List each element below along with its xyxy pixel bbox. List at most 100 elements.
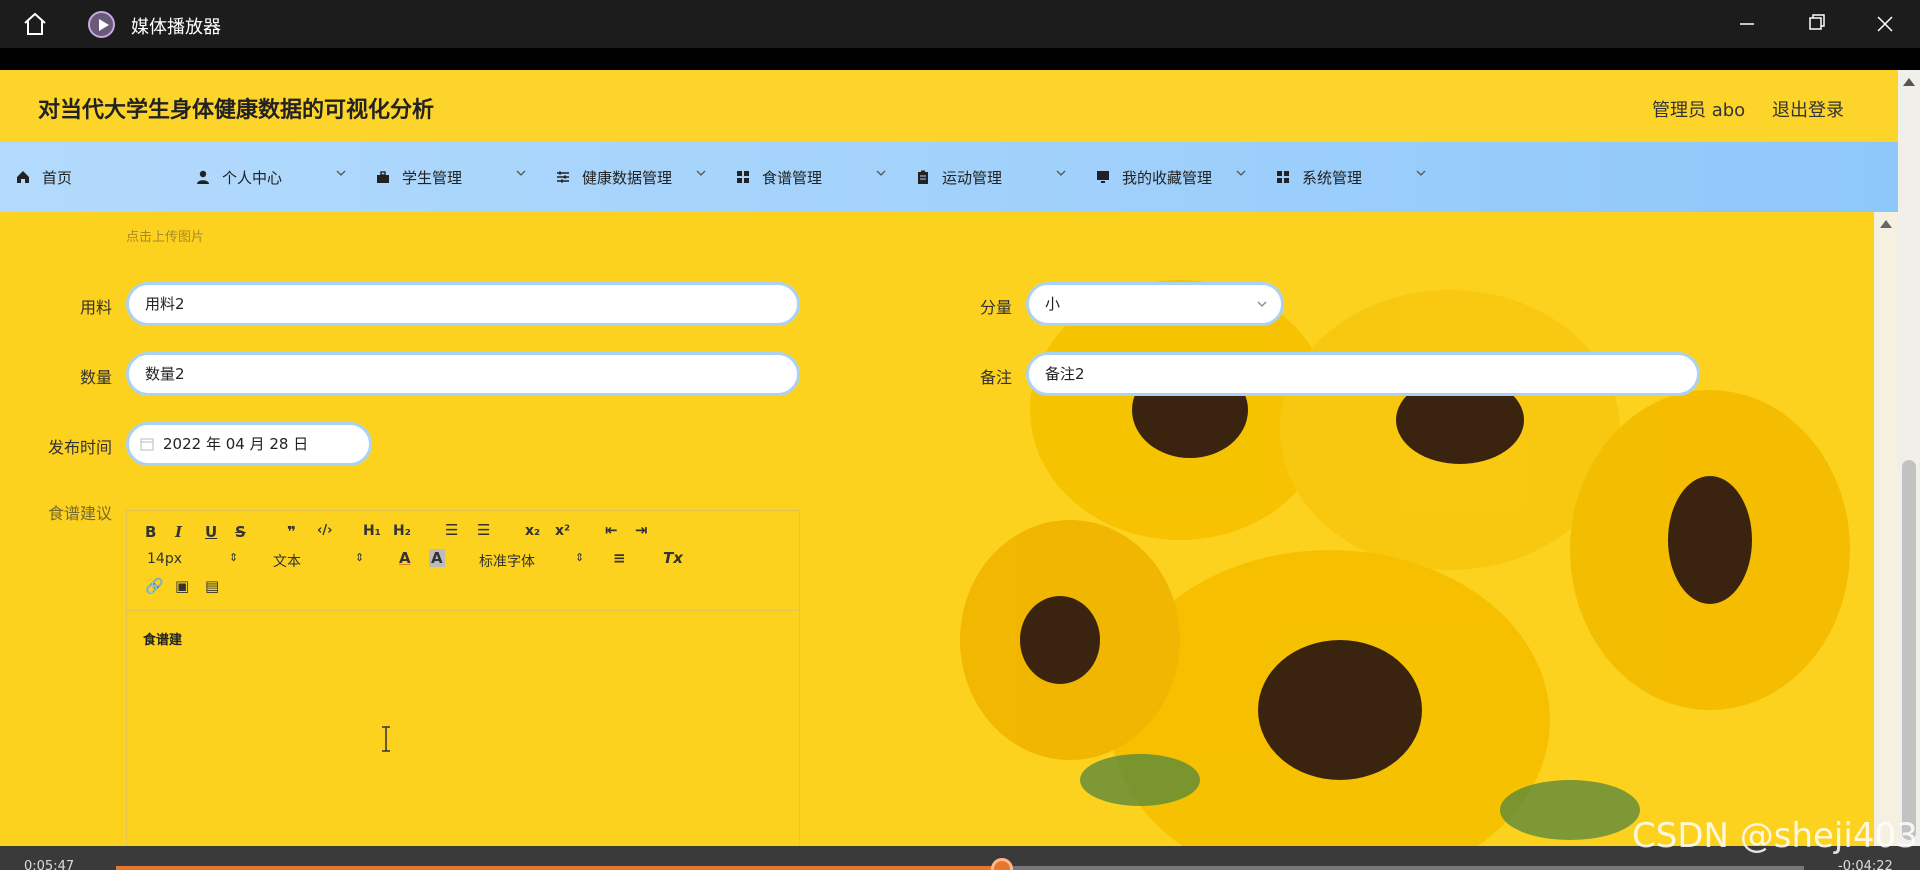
portion-select-value: 小 [1045,295,1061,313]
font-family-select[interactable]: 标准字体 [479,551,535,571]
elapsed-time: 0:05:47 [24,859,75,870]
nav-label: 学生管理 [402,168,463,187]
text-type-select[interactable]: 文本 [273,551,301,571]
indent-icon[interactable]: ⇥ [635,521,648,539]
portion-label: 分量 [979,298,1012,317]
heading-1-icon[interactable]: H₁ [363,523,381,539]
chevron-down-icon [516,170,526,176]
letterbox-top [0,48,1920,70]
home-icon[interactable] [22,12,48,36]
nav-item-home[interactable]: 首页 [16,142,72,212]
chevron-down-icon [1236,170,1246,176]
logout-link[interactable]: 退出登录 [1772,96,1844,122]
superscript-icon[interactable]: x² [555,523,570,539]
text-type-select-arrow: ⇕ [355,551,365,564]
main-nav: 首页 个人中心 学生管理 健康数据管理 食谱管理 运动管理 我的收藏管理 系统管… [0,142,1898,212]
ingredients-label: 用料 [79,298,112,317]
note-label: 备注 [979,368,1012,387]
remaining-time: -0:04:22 [1838,859,1893,870]
font-color-icon[interactable]: A [399,549,411,567]
ordered-list-icon[interactable]: ☰ [445,521,458,539]
chevron-down-icon [876,170,886,176]
video-icon[interactable]: ▤ [205,577,219,595]
briefcase-icon [376,170,390,184]
nav-item-exercise[interactable]: 运动管理 [916,142,1066,212]
watermark: CSDN @sheji403 [1632,816,1918,856]
bold-icon[interactable]: B [145,523,156,541]
chevron-down-icon [336,170,346,176]
chevron-down-icon [696,170,706,176]
outdent-icon[interactable]: ⇤ [605,521,618,539]
rich-text-editor: B I U S ❞ ‹/› H₁ H₂ ☰ ☰ x₂ x² ⇤ ⇥ 14px ⇕… [126,510,800,846]
bullet-list-icon[interactable]: ☰ [477,521,490,539]
nav-label: 健康数据管理 [582,168,673,187]
subscript-icon[interactable]: x₂ [525,523,540,539]
quantity-input[interactable]: 数量2 [126,352,800,396]
code-block-icon[interactable]: ‹/› [317,523,332,538]
calendar-icon [140,438,154,451]
media-player-icon [88,11,115,38]
minimize-button[interactable] [1726,8,1766,40]
chevron-down-icon [1257,301,1267,307]
grid-icon [1276,170,1290,184]
web-page: 对当代大学生身体健康数据的可视化分析 管理员 abo 退出登录 首页 个人中心 … [0,70,1920,846]
player-title: 媒体播放器 [131,17,221,38]
image-icon[interactable]: ▣ [175,577,189,595]
link-icon[interactable]: 🔗 [145,577,164,595]
font-family-select-arrow: ⇕ [575,551,585,564]
background-color-icon[interactable]: A [429,549,445,567]
nav-label: 个人中心 [222,168,283,187]
publish-time-value: 2022 年 04 月 28 日 [163,435,309,453]
blockquote-icon[interactable]: ❞ [287,523,296,541]
nav-label: 运动管理 [942,168,1003,187]
sliders-icon [556,170,570,184]
grid-icon [736,170,750,184]
user-icon [196,170,210,184]
scrollbar-thumb[interactable] [1902,460,1916,840]
ingredients-input[interactable]: 用料2 [126,282,800,326]
nav-item-health-data[interactable]: 健康数据管理 [556,142,706,212]
monitor-icon [1096,170,1110,184]
nav-label: 我的收藏管理 [1122,168,1213,187]
nav-item-students[interactable]: 学生管理 [376,142,526,212]
strikethrough-icon[interactable]: S [235,523,246,541]
nav-label: 首页 [42,168,73,187]
upload-image-hint[interactable]: 点击上传图片 [126,226,204,245]
nav-item-favorites[interactable]: 我的收藏管理 [1096,142,1246,212]
player-title-bar: 媒体播放器 [0,0,1920,48]
scroll-up-arrow-icon[interactable] [1903,78,1915,86]
site-header: 对当代大学生身体健康数据的可视化分析 管理员 abo 退出登录 [0,70,1898,142]
nav-label: 食谱管理 [762,168,823,187]
nav-item-profile[interactable]: 个人中心 [196,142,346,212]
editor-content[interactable]: 食谱建 [143,629,182,648]
text-cursor-icon [382,726,390,752]
editor-toolbar: B I U S ❞ ‹/› H₁ H₂ ☰ ☰ x₂ x² ⇤ ⇥ 14px ⇕… [127,511,799,611]
font-size-select[interactable]: 14px [147,551,182,567]
site-title: 对当代大学生身体健康数据的可视化分析 [38,98,435,123]
underline-icon[interactable]: U [205,523,217,541]
nav-item-recipes[interactable]: 食谱管理 [736,142,886,212]
chevron-down-icon [1416,170,1426,176]
close-button[interactable] [1865,8,1905,40]
publish-time-label: 发布时间 [47,438,112,457]
scroll-up-arrow-icon[interactable] [1880,220,1892,228]
align-icon[interactable]: ≡ [613,549,626,567]
nav-label: 系统管理 [1302,168,1363,187]
progress-fill [116,866,1002,870]
portion-select[interactable]: 小 [1026,282,1284,326]
inner-scrollbar[interactable] [1874,212,1898,846]
clipboard-icon [916,170,930,184]
quantity-label: 数量 [79,368,112,387]
progress-knob[interactable] [991,858,1013,870]
font-size-select-arrow: ⇕ [229,551,239,564]
clear-format-icon[interactable]: Tx [663,549,683,567]
recipe-advice-label: 食谱建议 [47,504,112,523]
restore-button[interactable] [1795,8,1835,40]
chevron-down-icon [1056,170,1066,176]
italic-icon[interactable]: I [175,523,182,541]
note-input[interactable]: 备注2 [1026,352,1700,396]
publish-time-datepicker[interactable]: 2022 年 04 月 28 日 [126,422,372,466]
heading-2-icon[interactable]: H₂ [393,523,411,539]
home-icon [16,170,30,184]
nav-item-system[interactable]: 系统管理 [1276,142,1426,212]
